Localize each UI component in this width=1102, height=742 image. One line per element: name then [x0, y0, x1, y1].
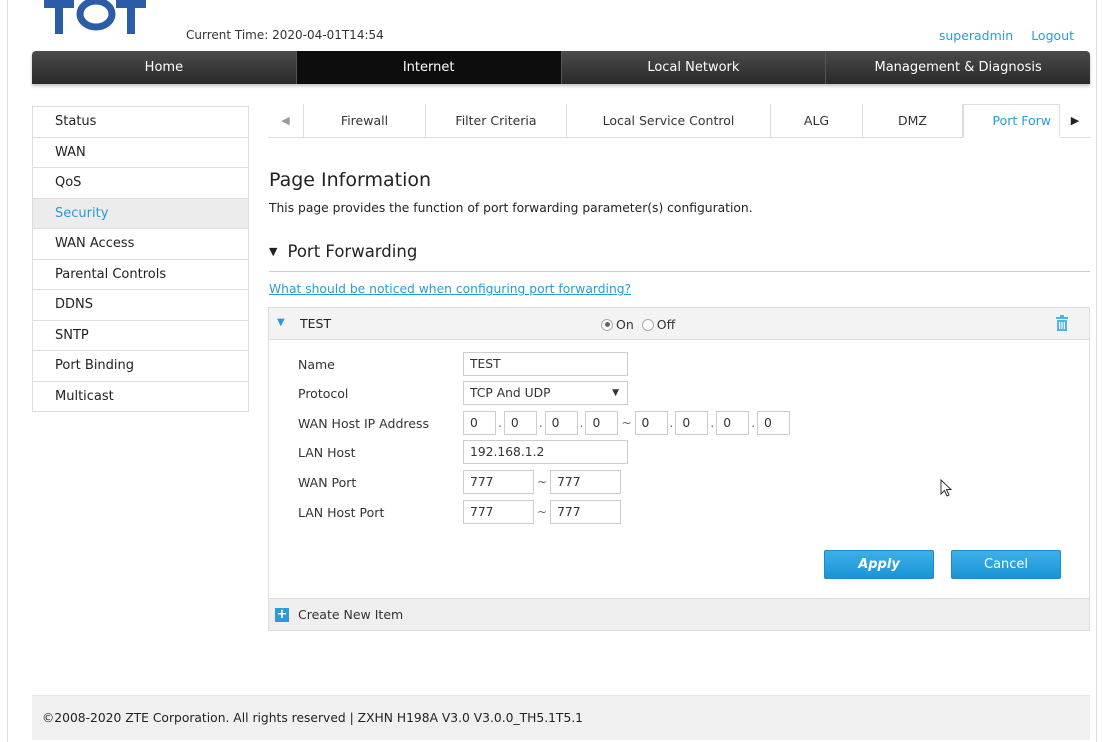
sidebar-item-sntp[interactable]: SNTP	[33, 320, 248, 351]
wan-ip-end-octet-2[interactable]: 0	[675, 411, 709, 435]
protocol-label: Protocol	[298, 385, 349, 401]
item-footer: + Create New Item	[269, 598, 1089, 630]
radio-on[interactable]	[601, 318, 613, 331]
trash-icon[interactable]	[1055, 315, 1069, 331]
plus-icon[interactable]: +	[275, 608, 289, 622]
range-tilde: ~	[537, 475, 548, 489]
range-tilde: ~	[621, 416, 632, 430]
protocol-select[interactable]: TCP And UDP ▼	[463, 381, 628, 405]
wan-ip-start-octet-2[interactable]: 0	[503, 411, 537, 435]
lan-host-port-start-input[interactable]: 777	[463, 500, 534, 524]
tab-firewall[interactable]: Firewall	[304, 104, 426, 137]
collapse-triangle-icon[interactable]: ▼	[277, 317, 285, 328]
ip-dot: .	[669, 416, 674, 430]
row-protocol: Protocol TCP And UDP ▼	[298, 381, 628, 405]
sub-tabs: ◀ Firewall Filter Criteria Local Service…	[268, 104, 1090, 138]
wan-ip-start-octet-3[interactable]: 0	[544, 411, 578, 435]
row-wan-host-ip: WAN Host IP Address 0 . 0 . 0 . 0 ~ 0 . …	[298, 411, 791, 435]
sidebar-item-ddns[interactable]: DDNS	[33, 290, 248, 321]
sidebar-item-parental-controls[interactable]: Parental Controls	[33, 259, 248, 290]
ip-dot: .	[751, 416, 756, 430]
port-forward-item: ▼ TEST On Off Name TEST Protocol TCP And…	[268, 307, 1090, 631]
wan-ip-start-octet-4[interactable]: 0	[585, 411, 619, 435]
wan-ip-end-octet-1[interactable]: 0	[634, 411, 668, 435]
item-name: TEST	[300, 316, 332, 331]
sidebar-item-wan[interactable]: WAN	[33, 137, 248, 168]
protocol-value: TCP And UDP	[470, 386, 551, 400]
nav-internet[interactable]: Internet	[296, 51, 562, 84]
row-wan-port: WAN Port 777 ~ 777	[298, 470, 622, 494]
tabs-scroll-left-icon[interactable]: ◀	[268, 104, 304, 137]
wan-port-end-input[interactable]: 777	[550, 470, 622, 494]
tabs-scroll-right-icon[interactable]: ▶	[1060, 104, 1090, 137]
section-header[interactable]: ▼ Port Forwarding	[269, 242, 1090, 272]
lan-host-label: LAN Host	[298, 444, 356, 460]
lan-host-input[interactable]: 192.168.1.2	[463, 440, 628, 464]
sidebar-item-port-binding[interactable]: Port Binding	[33, 351, 248, 382]
name-input[interactable]: TEST	[463, 352, 628, 376]
row-lan-host-port: LAN Host Port 777 ~ 777	[298, 500, 622, 524]
wan-host-ip-label: WAN Host IP Address	[298, 415, 429, 431]
radio-off[interactable]	[641, 318, 654, 331]
user-links: superadmin Logout	[925, 28, 1074, 43]
sidebar-item-multicast[interactable]: Multicast	[33, 381, 248, 412]
range-tilde: ~	[537, 505, 548, 519]
row-lan-host: LAN Host 192.168.1.2	[298, 440, 628, 464]
cancel-button[interactable]: Cancel	[951, 550, 1061, 579]
mouse-pointer-icon	[940, 479, 953, 497]
tab-alg[interactable]: ALG	[771, 104, 863, 137]
page-description: This page provides the function of port …	[269, 201, 753, 215]
radio-off-label: Off	[656, 317, 676, 332]
logout-link[interactable]: Logout	[1031, 28, 1074, 43]
section-title: Port Forwarding	[287, 242, 418, 261]
sidebar-item-status[interactable]: Status	[33, 107, 248, 138]
ip-dot: .	[710, 416, 715, 430]
sidebar-item-security[interactable]: Security	[33, 198, 248, 229]
nav-home[interactable]: Home	[32, 51, 297, 84]
tab-port-forwarding[interactable]: Port Forw	[963, 104, 1060, 138]
lan-host-port-label: LAN Host Port	[298, 504, 385, 520]
sidebar: Status WAN QoS Security WAN Access Paren…	[32, 106, 249, 412]
notice-link[interactable]: What should be noticed when configuring …	[269, 282, 631, 296]
username-link[interactable]: superadmin	[939, 28, 1013, 43]
main-nav: Home Internet Local Network Management &…	[32, 51, 1090, 84]
tot-logo	[44, 0, 146, 34]
row-name: Name TEST	[298, 352, 628, 376]
create-new-item-link[interactable]: Create New Item	[298, 607, 403, 622]
nav-local-network[interactable]: Local Network	[562, 51, 827, 84]
tab-dmz[interactable]: DMZ	[863, 104, 963, 137]
lan-host-port-end-input[interactable]: 777	[550, 500, 622, 524]
footer: ©2008-2020 ZTE Corporation. All rights r…	[32, 695, 1090, 740]
sidebar-item-wan-access[interactable]: WAN Access	[33, 229, 248, 260]
apply-button[interactable]: Apply	[824, 550, 934, 579]
sidebar-item-qos[interactable]: QoS	[33, 168, 248, 199]
item-header: ▼ TEST On Off	[269, 308, 1089, 340]
expand-triangle-icon: ▼	[269, 245, 278, 258]
wan-ip-end-octet-4[interactable]: 0	[757, 411, 791, 435]
tab-local-service-control[interactable]: Local Service Control	[567, 104, 771, 137]
item-form: Name TEST Protocol TCP And UDP ▼ WAN Hos…	[269, 340, 1089, 600]
enable-radio-group: On Off	[601, 317, 683, 332]
wan-ip-start-octet-1[interactable]: 0	[463, 411, 496, 435]
wan-port-start-input[interactable]: 777	[463, 470, 534, 494]
ip-dot: .	[538, 416, 543, 430]
ip-dot: .	[579, 416, 584, 430]
dropdown-arrow-icon: ▼	[612, 388, 619, 398]
wan-ip-end-octet-3[interactable]: 0	[716, 411, 750, 435]
ip-dot: .	[498, 416, 502, 430]
radio-on-label: On	[616, 317, 634, 332]
name-label: Name	[298, 356, 335, 372]
wan-port-label: WAN Port	[298, 474, 357, 490]
page-title: Page Information	[269, 169, 432, 191]
nav-management-diagnosis[interactable]: Management & Diagnosis	[826, 51, 1090, 84]
current-time: Current Time: 2020-04-01T14:54	[186, 28, 384, 42]
tab-filter-criteria[interactable]: Filter Criteria	[426, 104, 567, 137]
